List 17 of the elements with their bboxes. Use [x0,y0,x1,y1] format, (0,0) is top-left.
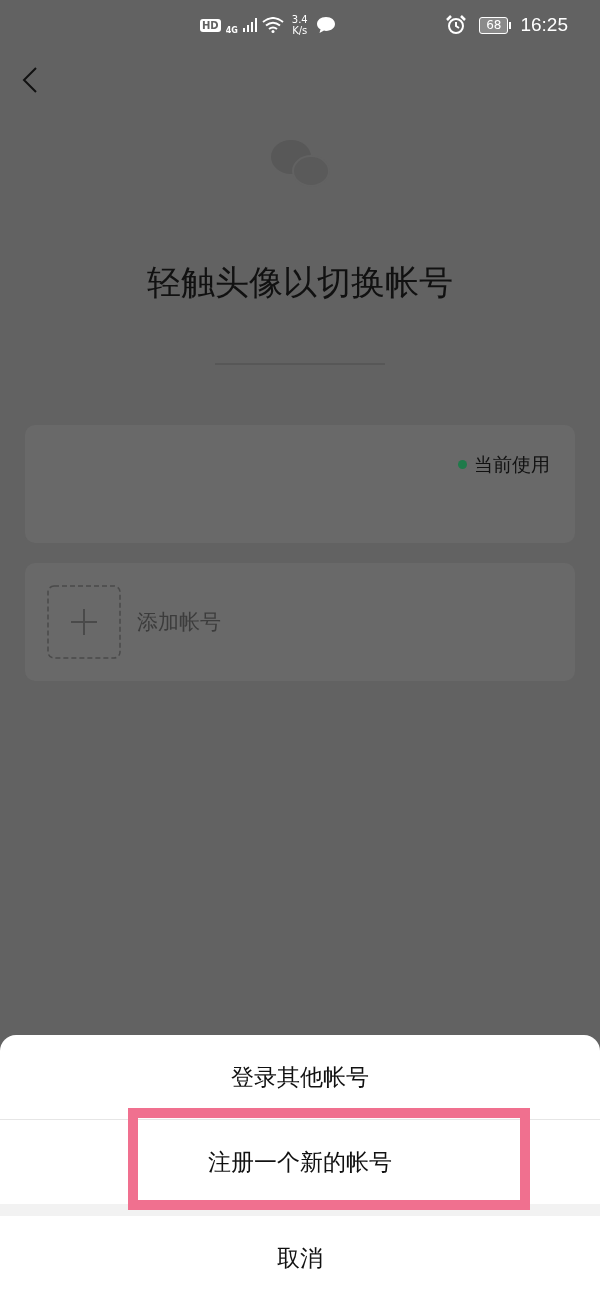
network-type: 4G [225,26,238,35]
add-icon [47,585,121,659]
cancel-button[interactable]: 取消 [0,1216,600,1300]
chat-bubble-icon [315,16,336,34]
signal-icon [242,18,257,32]
clock-time: 16:25 [520,14,568,36]
battery-indicator: 68 [479,16,509,34]
sheet-option[interactable]: 注册一个新的帐号 [0,1120,600,1204]
current-label: 当前使用 [474,453,550,475]
hd-badge: HD [200,18,221,32]
sheet-option[interactable]: 登录其他帐号 [0,1035,600,1119]
speed-unit: K/s [292,25,308,36]
wifi-icon [261,17,284,33]
alarm-icon [446,15,467,35]
back-icon[interactable] [22,67,38,93]
page-title: 轻触头像以切换帐号 [146,261,454,304]
speed-value: 3.4 [291,14,308,25]
